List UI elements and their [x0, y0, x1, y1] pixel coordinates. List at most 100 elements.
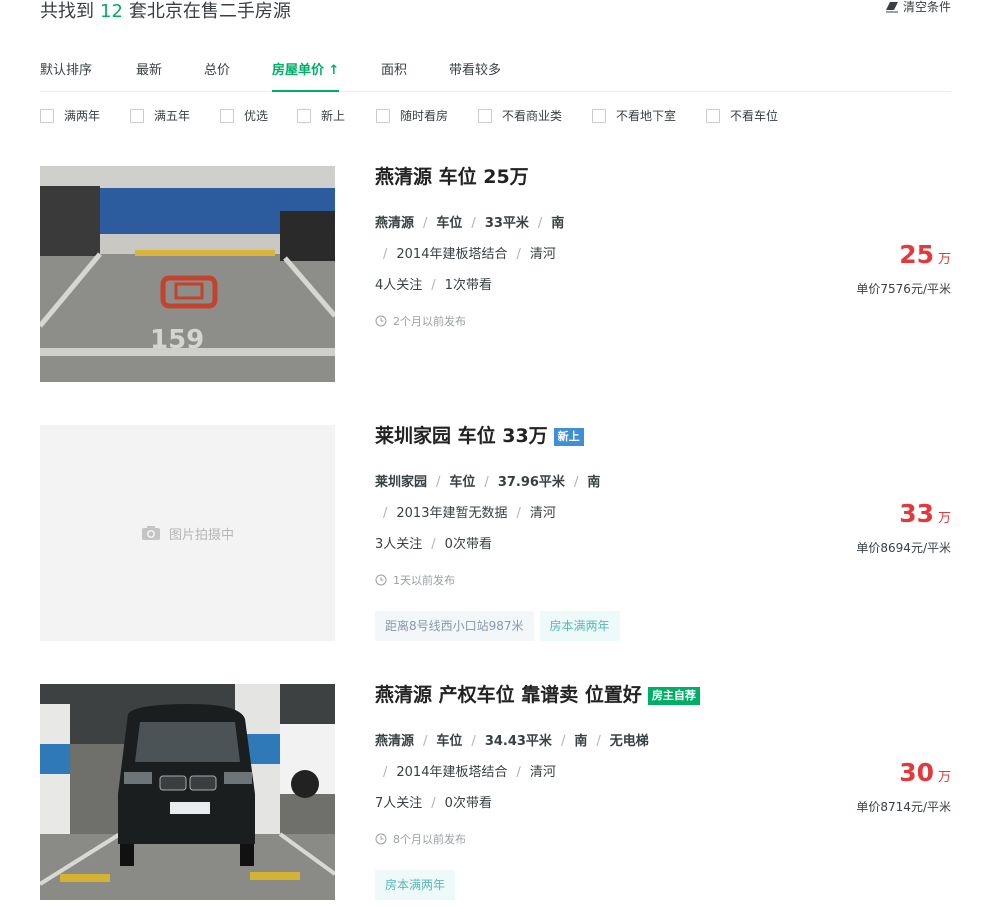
listing-tags: 距离8号线西小口站987米 房本满两年 [375, 611, 626, 641]
listing-info-main: 莱圳家园 / 车位/37.96平米 / 南 [375, 475, 601, 490]
publish-time-text: 2个月以前发布 [393, 315, 466, 328]
checkbox[interactable] [130, 109, 144, 123]
community-link[interactable]: 莱圳家园 [375, 475, 427, 490]
filter-preferred[interactable]: 优选 [220, 108, 268, 124]
tab-area[interactable]: 面积 [381, 59, 407, 92]
total-price: 30 万 [899, 759, 951, 787]
listing-tags: 房本满两年 [375, 870, 461, 900]
ownership-tag: 房本满两年 [539, 611, 620, 641]
property-orientation: 南 [587, 475, 601, 490]
listing-title[interactable]: 燕清源 产权车位 靠谱卖 位置好 房主自荐 [375, 684, 700, 706]
publish-time-text: 8个月以前发布 [393, 833, 466, 846]
property-type: 车位 [436, 216, 463, 231]
checkbox[interactable] [40, 109, 54, 123]
svg-text:159: 159 [150, 325, 204, 355]
checkbox[interactable] [376, 109, 390, 123]
property-orientation: 南 [551, 216, 565, 231]
tab-total-price[interactable]: 总价 [204, 59, 230, 92]
follow-count: 3人关注 [375, 537, 423, 552]
listing-info-secondary: /2014年建板塔结合 / 清河 [383, 247, 556, 262]
new-listing-badge: 新上 [553, 428, 584, 446]
checkbox[interactable] [478, 109, 492, 123]
filter-label: 随时看房 [400, 109, 449, 123]
filter-over-two-years[interactable]: 满两年 [40, 108, 100, 124]
listing-follow-info: 3人关注/0次带看 [375, 537, 492, 552]
tab-most-visits[interactable]: 带看较多 [449, 59, 501, 92]
tab-newest[interactable]: 最新 [136, 59, 162, 92]
follow-count: 4人关注 [375, 278, 423, 293]
listing-title[interactable]: 燕清源 车位 25万 [375, 166, 529, 188]
community-link[interactable]: 燕清源 [375, 216, 414, 231]
price-unit-word: 万 [937, 511, 951, 526]
district-link[interactable]: 清河 [530, 765, 556, 780]
ownership-tag: 房本满两年 [375, 870, 456, 900]
unit-price: 单价8694元/平米 [856, 541, 951, 555]
price-unit-word: 万 [937, 770, 951, 785]
filter-anytime-viewing[interactable]: 随时看房 [376, 108, 448, 124]
unit-price: 单价7576元/平米 [856, 282, 951, 296]
property-area: 34.43平米 [484, 734, 552, 749]
visit-count: 0次带看 [444, 796, 492, 811]
listing-item: 159 燕清源 车位 25万 燕清源 / 车位/33平米 / 南 /2014年建板塔结合… [40, 166, 951, 382]
tab-unit-price[interactable]: 房屋单价 ↑ [272, 59, 340, 92]
property-area: 37.96平米 [497, 475, 565, 490]
district-link[interactable]: 清河 [530, 506, 556, 521]
listing-info-secondary: /2013年建暂无数据 / 清河 [383, 506, 556, 521]
result-header: 共找到 12 套北京在售二手房源 清空条件 [40, 0, 951, 26]
clock-icon [375, 315, 387, 331]
property-orientation: 南 [574, 734, 588, 749]
building-year: 2014年建板塔结合 [396, 247, 508, 262]
total-price-value: 30 [899, 758, 934, 787]
total-price-value: 33 [899, 499, 934, 528]
listing-item: 图片拍摄中 莱圳家园 车位 33万 新上 莱圳家园 / 车位/37.96平米 / 南 /2… [40, 425, 951, 641]
filter-new-listing[interactable]: 新上 [297, 108, 345, 124]
district-link[interactable]: 清河 [530, 247, 556, 262]
elevator-info: 无电梯 [609, 734, 649, 749]
filter-label: 不看地下室 [616, 109, 677, 123]
listing-follow-info: 4人关注/1次带看 [375, 278, 492, 293]
filter-over-five-years[interactable]: 满五年 [130, 108, 190, 124]
checkbox[interactable] [706, 109, 720, 123]
result-count-number: 12 [100, 1, 123, 22]
listing-item: 燕清源 产权车位 靠谱卖 位置好 房主自荐 燕清源 / 车位/34.43平米 / 南 / 无电… [40, 684, 951, 900]
listing-photo[interactable]: 159 [40, 166, 335, 382]
listing-photo-placeholder[interactable]: 图片拍摄中 [40, 425, 335, 641]
listing-photo[interactable] [40, 684, 335, 900]
tab-default-sort[interactable]: 默认排序 [40, 59, 92, 92]
price-unit-word: 万 [937, 252, 951, 267]
photo-pending-text: 图片拍摄中 [168, 527, 234, 543]
filter-label: 不看车位 [730, 109, 779, 123]
clock-icon [375, 833, 387, 849]
community-link[interactable]: 燕清源 [375, 734, 414, 749]
visit-count: 0次带看 [444, 537, 492, 552]
clear-filters-button[interactable]: 清空条件 [885, 0, 951, 16]
property-type: 车位 [449, 475, 476, 490]
listing-title-text: 燕清源 产权车位 靠谱卖 位置好 [375, 684, 642, 706]
listing-info-secondary: /2014年建板塔结合 / 清河 [383, 765, 556, 780]
listing-title[interactable]: 莱圳家园 车位 33万 新上 [375, 425, 584, 447]
filter-no-parking[interactable]: 不看车位 [706, 108, 778, 124]
building-year: 2013年建暂无数据 [396, 506, 508, 521]
camera-icon [141, 525, 161, 541]
total-price: 33 万 [899, 500, 951, 528]
publish-time: 1天以前发布 [375, 574, 455, 590]
sort-tabs: 默认排序 最新 总价 房屋单价 ↑ 面积 带看较多 [40, 48, 951, 92]
result-count-prefix: 共找到 [40, 1, 94, 22]
checkbox[interactable] [220, 109, 234, 123]
listing-title-text: 莱圳家园 车位 33万 [375, 425, 548, 447]
filter-label: 不看商业类 [502, 109, 563, 123]
checkbox[interactable] [592, 109, 606, 123]
subway-tag: 距离8号线西小口站987米 [375, 611, 534, 641]
result-count-suffix: 套北京在售二手房源 [128, 1, 291, 22]
filter-no-commercial[interactable]: 不看商业类 [478, 108, 562, 124]
listing-info-main: 燕清源 / 车位/34.43平米 / 南 / 无电梯 [375, 734, 649, 749]
publish-time: 2个月以前发布 [375, 315, 466, 331]
listing-info-main: 燕清源 / 车位/33平米 / 南 [375, 216, 565, 231]
checkbox[interactable] [297, 109, 311, 123]
filter-bar: 满两年 满五年 优选 新上 随时看房 不看商业类 不看地下室 不看车位 [40, 108, 951, 126]
property-type: 车位 [436, 734, 463, 749]
clear-filters-label: 清空条件 [902, 0, 951, 14]
property-area: 33平米 [484, 216, 529, 231]
filter-label: 新上 [321, 109, 346, 123]
filter-no-basement[interactable]: 不看地下室 [592, 108, 676, 124]
